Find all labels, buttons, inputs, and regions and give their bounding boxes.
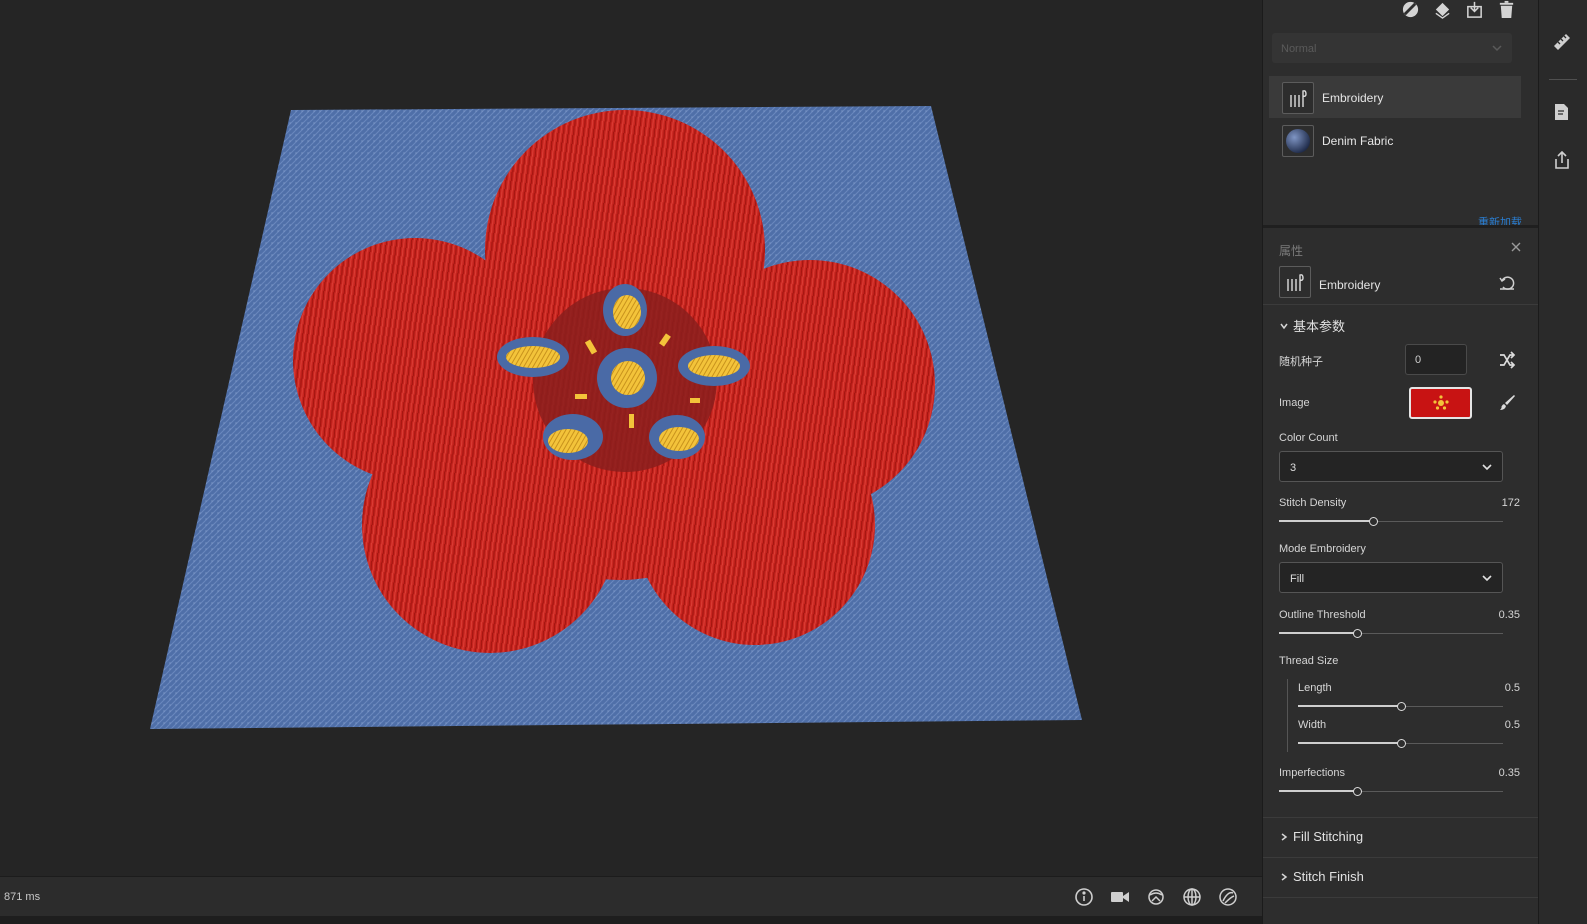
- chevron-down-icon: [1482, 575, 1492, 582]
- random-seed-input[interactable]: 0: [1405, 344, 1467, 375]
- embroidery-icon: [1279, 266, 1311, 298]
- divider: [1263, 897, 1539, 898]
- grid-icon[interactable]: [1180, 885, 1204, 909]
- layer-name: Embroidery: [1322, 91, 1384, 105]
- chevron-right-icon: [1281, 872, 1288, 881]
- width-value: 0.5: [1504, 719, 1520, 731]
- slider-handle[interactable]: [1353, 787, 1363, 796]
- camera-icon[interactable]: [1108, 885, 1132, 909]
- random-seed-label: 随机种子: [1279, 356, 1323, 368]
- blend-mode-select[interactable]: Normal: [1272, 33, 1512, 63]
- embroidered-denim-patch: [150, 106, 1082, 729]
- section-title: Fill Stitching: [1293, 829, 1364, 844]
- reset-icon[interactable]: [1498, 274, 1516, 292]
- layers-properties-panel: Normal Embroidery Denim Fabric 重新加载 属性 E…: [1262, 0, 1539, 924]
- shuffle-icon[interactable]: [1498, 351, 1516, 369]
- slider-handle[interactable]: [1353, 629, 1363, 638]
- divider: [1263, 817, 1539, 818]
- group-indent-line: [1287, 679, 1288, 752]
- outline-threshold-value: 0.35: [1498, 609, 1520, 621]
- layer-name: Denim Fabric: [1322, 134, 1394, 148]
- mode-embroidery-value: Fill: [1290, 573, 1305, 585]
- environment-icon[interactable]: [1144, 885, 1168, 909]
- stitch-density-slider[interactable]: [1279, 517, 1503, 527]
- properties-item-name: Embroidery: [1319, 278, 1381, 292]
- section-fill-stitching[interactable]: Fill Stitching: [1279, 829, 1363, 844]
- mode-embroidery-label: Mode Embroidery: [1279, 543, 1366, 555]
- layer-denim-fabric[interactable]: Denim Fabric: [1269, 119, 1521, 161]
- share-icon[interactable]: [1552, 150, 1574, 172]
- render-time: 871 ms: [4, 891, 41, 903]
- document-edit-icon[interactable]: [1552, 102, 1574, 124]
- flower-thumbnail: [1432, 395, 1449, 410]
- color-count-label: Color Count: [1279, 432, 1338, 444]
- right-tool-rail: [1538, 0, 1587, 924]
- layer-toolbar: [1401, 0, 1516, 19]
- thread-size-label: Thread Size: [1279, 655, 1339, 667]
- imperfections-slider[interactable]: [1279, 787, 1503, 797]
- length-value: 0.5: [1504, 682, 1520, 694]
- mask-icon[interactable]: [1401, 0, 1420, 19]
- slider-handle[interactable]: [1369, 517, 1379, 526]
- chevron-down-icon: [1492, 45, 1502, 52]
- section-basic-params[interactable]: 基本参数: [1279, 316, 1345, 335]
- outline-threshold-slider[interactable]: [1279, 629, 1503, 639]
- sphere-material-icon: [1282, 125, 1314, 157]
- divider: [1263, 857, 1539, 858]
- section-title: Stitch Finish: [1293, 869, 1364, 884]
- width-slider[interactable]: [1298, 739, 1503, 749]
- rail-divider: [1549, 79, 1577, 80]
- image-label: Image: [1279, 397, 1310, 409]
- blend-mode-value: Normal: [1281, 43, 1317, 55]
- color-count-value: 3: [1290, 462, 1297, 474]
- brush-icon[interactable]: [1498, 394, 1516, 412]
- section-title: 基本参数: [1293, 319, 1346, 334]
- length-label: Length: [1298, 682, 1332, 694]
- info-icon[interactable]: [1072, 885, 1096, 909]
- length-slider[interactable]: [1298, 702, 1503, 712]
- 3d-viewport[interactable]: [0, 0, 1262, 876]
- outline-threshold-label: Outline Threshold: [1279, 609, 1366, 621]
- layer-embroidery[interactable]: Embroidery: [1269, 76, 1521, 118]
- trash-icon[interactable]: [1497, 0, 1516, 19]
- slider-handle[interactable]: [1396, 702, 1406, 711]
- chevron-right-icon: [1281, 832, 1288, 841]
- stitch-density-label: Stitch Density: [1279, 497, 1347, 509]
- stitch-density-value: 172: [1501, 497, 1520, 509]
- viewport-status-bar: 871 ms: [0, 876, 1262, 916]
- image-picker[interactable]: [1409, 387, 1472, 419]
- width-label: Width: [1298, 719, 1327, 731]
- section-stitch-finish[interactable]: Stitch Finish: [1279, 869, 1364, 884]
- slider-handle[interactable]: [1396, 739, 1406, 748]
- imperfections-label: Imperfections: [1279, 767, 1346, 779]
- ruler-icon[interactable]: [1552, 32, 1574, 54]
- properties-header: 属性: [1279, 244, 1304, 258]
- bottom-strip: [0, 916, 1262, 924]
- export-icon[interactable]: [1465, 0, 1484, 19]
- viewport-toolbar: [1072, 885, 1240, 909]
- chevron-down-icon: [1280, 323, 1288, 329]
- close-icon[interactable]: [1510, 241, 1522, 253]
- shading-icon[interactable]: [1216, 885, 1240, 909]
- chevron-down-icon: [1482, 464, 1492, 471]
- mode-embroidery-select[interactable]: Fill: [1279, 562, 1503, 593]
- panel-divider: [1263, 225, 1539, 228]
- imperfections-value: 0.35: [1498, 767, 1520, 779]
- color-count-select[interactable]: 3: [1279, 451, 1503, 482]
- divider: [1263, 304, 1539, 305]
- embroidery-icon: [1282, 82, 1314, 114]
- fill-layer-icon[interactable]: [1433, 0, 1452, 19]
